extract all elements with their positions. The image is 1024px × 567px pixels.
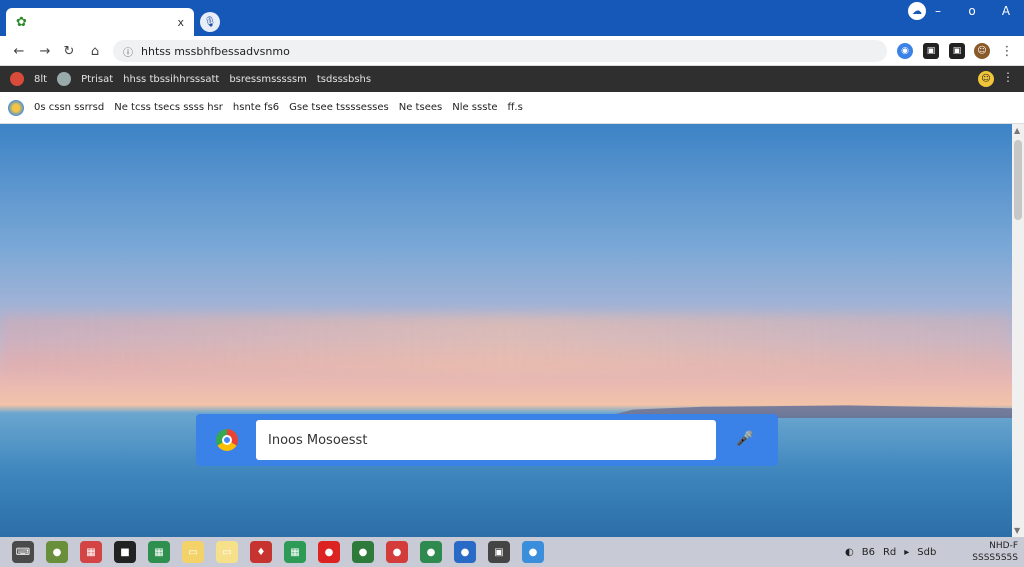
weather-icon[interactable]: ● — [522, 541, 544, 563]
clock-date: SSSS5S5S — [972, 553, 1018, 563]
forward-icon[interactable]: → — [36, 42, 54, 60]
close-tab-icon[interactable]: x — [177, 16, 184, 29]
leaf-icon: ✿ — [16, 14, 27, 30]
maximize-button[interactable]: o — [962, 0, 982, 22]
bookmark-item[interactable]: hhss tbssihhrsssatt — [123, 74, 219, 85]
browser-toolbar: ← → ↻ ⌂ ⓘ hhtss mssbhfbessadvsnmo ◉ ▣ ▣ … — [0, 36, 1024, 66]
bookmark-item[interactable]: 0s cssn ssrrsd — [34, 102, 104, 113]
vertical-scrollbar[interactable]: ▲ ▼ — [1012, 124, 1024, 537]
browser-icon[interactable]: ● — [454, 541, 476, 563]
taskbar: ⌨ ● ▦ ■ ▦ ▭ ▭ ♦ ▦ ● ● ● ● ● ▣ ● ◐ B6 Rd ▸ Sdb NHD-F SSS… — [0, 537, 1024, 567]
voice-search-icon[interactable]: 🎤 — [736, 430, 754, 448]
site-info-icon[interactable]: ⓘ — [123, 44, 133, 59]
extension-icon[interactable]: ◉ — [897, 43, 913, 59]
game-icon[interactable]: ♦ — [250, 541, 272, 563]
extension-icon[interactable]: ▣ — [949, 43, 965, 59]
notes-icon[interactable]: ▭ — [182, 541, 204, 563]
new-tab-background — [0, 124, 1012, 537]
bookmark-item[interactable]: ff.s — [508, 102, 523, 113]
user-icon[interactable]: ☺ — [978, 71, 994, 87]
url-text[interactable]: hhtss mssbhfbessadvsnmo — [141, 45, 290, 58]
chrome-icon[interactable]: ● — [352, 541, 374, 563]
site-icon — [10, 72, 24, 86]
bookmark-item[interactable]: bsressmsssssm — [229, 74, 307, 85]
profile-avatar[interactable]: ☺ — [974, 43, 990, 59]
account-icon[interactable]: ☁ — [908, 2, 926, 20]
bookmark-item[interactable]: tsdsssbshs — [317, 74, 371, 85]
tray-icon[interactable]: ◐ — [845, 547, 854, 558]
system-clock[interactable]: NHD-F SSSS5S5S — [966, 540, 1018, 564]
clock-time: NHD-F — [989, 541, 1018, 551]
record-icon[interactable]: ● — [318, 541, 340, 563]
bookmark-item[interactable]: Gse tsee tssssesses — [289, 102, 389, 113]
media-icon[interactable]: ● — [386, 541, 408, 563]
bookmarks-bar: 0s cssn ssrrsd Ne tcss tsecs ssss hsr hs… — [0, 92, 1024, 124]
tray-icon[interactable]: Rd — [883, 547, 896, 558]
address-bar[interactable]: ⓘ hhtss mssbhfbessadvsnmo — [113, 40, 887, 62]
sunset-clouds — [0, 314, 1012, 374]
tray-icon[interactable]: Sdb — [917, 547, 936, 558]
calculator-icon[interactable]: ▦ — [284, 541, 306, 563]
site-icon — [8, 99, 24, 116]
reload-icon[interactable]: ↻ — [60, 42, 78, 60]
scrollbar-thumb[interactable] — [1014, 140, 1022, 220]
search-input[interactable]: Inoos Mosoesst — [256, 420, 716, 460]
chrome-logo-icon — [216, 429, 238, 451]
photo-icon[interactable]: ▣ — [488, 541, 510, 563]
bookmarks-bar-dark: 8lt Ptrisat hhss tbssihhrsssatt bsressms… — [0, 66, 1024, 92]
globe-icon — [57, 72, 72, 86]
scroll-down-icon[interactable]: ▼ — [1014, 526, 1020, 535]
system-tray: ◐ B6 Rd ▸ Sdb — [845, 537, 936, 567]
document-icon[interactable]: ▦ — [80, 541, 102, 563]
keyboard-icon[interactable]: ⌨ — [12, 541, 34, 563]
tray-icon[interactable]: B6 — [862, 547, 875, 558]
search-panel: Inoos Mosoesst 🎤 — [196, 414, 778, 466]
terminal-icon[interactable]: ■ — [114, 541, 136, 563]
new-tab-button[interactable]: 🎙 — [200, 12, 220, 32]
minimize-button[interactable]: – — [928, 0, 948, 22]
close-window-button[interactable]: A — [996, 0, 1016, 22]
sticky-icon[interactable]: ▭ — [216, 541, 238, 563]
browser-tab[interactable]: ✿ x — [6, 8, 194, 36]
bookmark-item[interactable]: Ptrisat — [81, 74, 113, 85]
tray-icon[interactable]: ▸ — [904, 547, 909, 558]
bookmark-item[interactable]: Ne tcss tsecs ssss hsr — [114, 102, 223, 113]
extension-icon[interactable]: ▣ — [923, 43, 939, 59]
globe-icon[interactable]: ● — [46, 541, 68, 563]
bookmark-item[interactable]: Nle ssste — [452, 102, 497, 113]
back-icon[interactable]: ← — [10, 42, 28, 60]
home-icon[interactable]: ⌂ — [86, 42, 104, 60]
menu-icon[interactable]: ⋮ — [998, 42, 1016, 60]
spreadsheet-icon[interactable]: ▦ — [148, 541, 170, 563]
bookmark-item[interactable]: hsnte fs6 — [233, 102, 279, 113]
more-icon[interactable]: ⋮ — [1002, 70, 1014, 84]
title-bar: ✿ x 🎙 ☁ – o A — [0, 0, 1024, 36]
scroll-up-icon[interactable]: ▲ — [1014, 126, 1020, 135]
bookmark-item[interactable]: 8lt — [34, 74, 47, 85]
bookmark-item[interactable]: Ne tsees — [399, 102, 442, 113]
network-icon[interactable]: ● — [420, 541, 442, 563]
